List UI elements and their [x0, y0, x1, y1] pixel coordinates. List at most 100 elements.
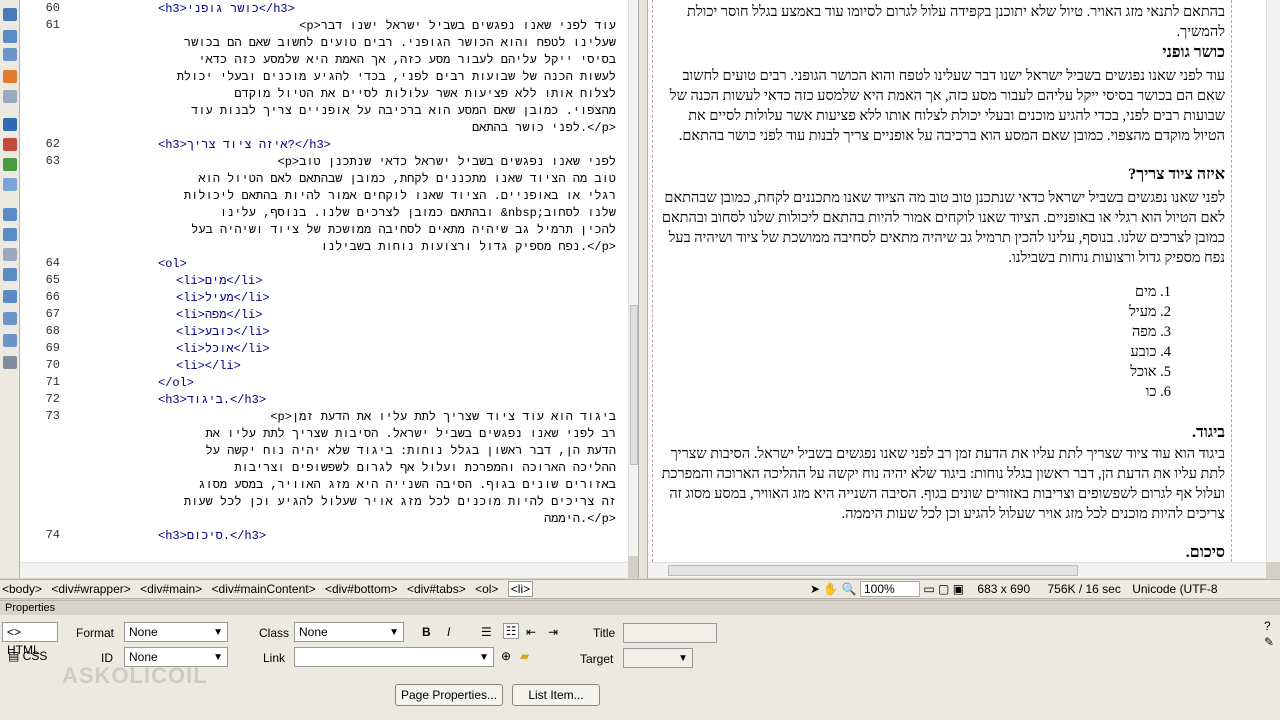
- code-line[interactable]: <li>מים</li>: [176, 273, 262, 290]
- outdent-code-icon[interactable]: [3, 334, 17, 347]
- move-css-icon[interactable]: [3, 290, 17, 303]
- properties-title[interactable]: Properties: [0, 601, 1280, 615]
- hand-tool-icon[interactable]: ✋: [823, 582, 838, 596]
- bold-button[interactable]: B: [422, 625, 431, 639]
- highlight-invalid-icon[interactable]: [3, 138, 17, 151]
- indent-icon[interactable]: ⇥: [548, 625, 558, 639]
- design-horizontal-scrollbar[interactable]: [648, 562, 1266, 578]
- code-line[interactable]: <h3>סיכום.</h3>: [158, 528, 266, 545]
- wrap-tag-icon[interactable]: [3, 248, 17, 261]
- format-select[interactable]: None ▼: [124, 622, 228, 642]
- tag-ol[interactable]: <ol>: [475, 582, 498, 596]
- window-dimensions[interactable]: 683 x 690: [977, 582, 1030, 596]
- zoom-select[interactable]: 100%: [860, 581, 920, 597]
- open-documents-icon[interactable]: [3, 8, 17, 21]
- tag-div-wrapper[interactable]: <div#wrapper>: [51, 582, 130, 596]
- folder-icon[interactable]: ▰: [520, 649, 529, 663]
- id-select[interactable]: None ▼: [124, 647, 228, 667]
- tag-div-main[interactable]: <div#main>: [140, 582, 202, 596]
- window-size-medium-icon[interactable]: ▢: [938, 582, 949, 596]
- code-view[interactable]: 60 61 62 63 64 65 66 67 68 69 70 71 72 73 74 <h3>כושר …: [20, 0, 628, 562]
- status-right: ➤ ✋ 🔍 100% ▭ ▢ ▣ 683 x 690 756K / 16 sec…: [810, 581, 1218, 597]
- code-line[interactable]: <p>לפני שאנו נפגשים בשביל ישראל כדאי שנת…: [64, 154, 616, 171]
- recent-snippets-icon[interactable]: [3, 268, 17, 281]
- unordered-list-icon[interactable]: ☰: [481, 625, 492, 639]
- collapse-tag-icon[interactable]: [3, 30, 17, 43]
- status-bar: <body> <div#wrapper> <div#main> <div#mai…: [0, 579, 1280, 599]
- quick-tag-editor-icon[interactable]: ✎: [1264, 635, 1274, 649]
- apply-comment-icon[interactable]: [3, 208, 17, 221]
- code-line[interactable]: <ol>: [158, 256, 187, 273]
- code-line[interactable]: <li>כובע</li>: [176, 324, 270, 341]
- line-number: 62: [45, 137, 60, 151]
- expand-all-icon[interactable]: [3, 48, 17, 61]
- html-mode-button[interactable]: <> HTML: [2, 622, 58, 657]
- design-scroll-thumb[interactable]: [668, 565, 1078, 576]
- balance-braces-icon[interactable]: [3, 90, 17, 103]
- word-wrap-icon[interactable]: [3, 178, 17, 191]
- page-properties-button[interactable]: Page Properties...: [395, 684, 503, 706]
- select-parent-tag-icon[interactable]: [3, 70, 17, 83]
- code-line[interactable]: </ol>: [158, 375, 194, 392]
- code-line[interactable]: <h3>ביגוד.</h3>: [158, 392, 266, 409]
- code-line[interactable]: שעלינו לטפח והוא הכושר הגופני. רבים טועי…: [64, 35, 616, 52]
- design-vertical-scrollbar[interactable]: [1266, 0, 1280, 562]
- tag-body[interactable]: <body>: [2, 582, 42, 596]
- code-line[interactable]: באזורים שונים בגוף. הסיבה השנייה היא מזג…: [64, 477, 616, 494]
- code-line[interactable]: היממה.</p>: [64, 511, 616, 528]
- link-label: Link: [263, 651, 286, 665]
- tag-li-active[interactable]: <li>: [507, 581, 534, 597]
- code-line[interactable]: רגלי או באופניים. הציוד שאנו לוקחים אמור…: [64, 188, 616, 205]
- italic-button[interactable]: I: [447, 625, 450, 639]
- code-line[interactable]: <h3>כושר גופני</h3>: [158, 1, 295, 18]
- format-source-icon[interactable]: [3, 356, 17, 369]
- code-line[interactable]: נפח מספיק גדול ורצועות נוחות בשבילנו.</p…: [64, 239, 616, 256]
- code-line[interactable]: לעשות הכנה של שבועות רבים לפני, בכדי להג…: [64, 69, 616, 86]
- code-vertical-scrollbar[interactable]: [628, 0, 638, 556]
- code-line[interactable]: רב לפני שאנו נפגשים בשביל ישראל. הסיבות …: [64, 426, 616, 443]
- list-item-editing[interactable]: 6. כו: [1071, 384, 1171, 401]
- list-item-button[interactable]: List Item...: [512, 684, 600, 706]
- code-scroll-thumb[interactable]: [630, 305, 638, 465]
- outdent-icon[interactable]: ⇤: [526, 625, 536, 639]
- code-line[interactable]: ובהתאם כמובן לצרכים שלנו. בנוסף, עלינו &…: [64, 205, 616, 222]
- code-line[interactable]: <h3>איזה ציוד צריך?</h3>: [158, 137, 331, 154]
- monitor-icon[interactable]: ▣: [953, 582, 964, 596]
- code-line[interactable]: זה צריכים להיות מוכנים לכל מזג אויר שעלו…: [64, 494, 616, 511]
- point-to-file-icon[interactable]: ⊕: [501, 649, 511, 663]
- code-line[interactable]: <li></li>: [176, 358, 241, 375]
- tag-div-bottom[interactable]: <div#bottom>: [325, 582, 398, 596]
- code-line[interactable]: <li>אוכל</li>: [176, 341, 270, 358]
- line-numbers-icon[interactable]: [3, 118, 17, 131]
- code-line[interactable]: הדעת הן, דבר ראשון בגלל נוחות: ביגוד שלא…: [64, 443, 616, 460]
- zoom-tool-icon[interactable]: 🔍: [842, 582, 857, 596]
- code-line[interactable]: לפני כושר בהתאם.</p>: [64, 120, 616, 137]
- code-line[interactable]: טוב מה הציוד שאנו מתכננים לקחת, כמובן שב…: [64, 171, 616, 188]
- select-tool-icon[interactable]: ➤: [810, 582, 820, 596]
- window-size-icon[interactable]: ▭: [923, 582, 934, 596]
- code-horizontal-scrollbar[interactable]: [20, 562, 628, 578]
- help-icon[interactable]: ?: [1264, 619, 1271, 633]
- class-select[interactable]: None ▼: [294, 622, 404, 642]
- code-line[interactable]: מהצפוי. כמובן שאם המסע הוא ברכיבה על אופ…: [64, 103, 616, 120]
- code-line[interactable]: לצלוח אותו ללא פציעות אשר עלולות לסיים א…: [64, 86, 616, 103]
- split-view-divider[interactable]: [638, 0, 648, 578]
- tag-div-maincontent[interactable]: <div#mainContent>: [212, 582, 316, 596]
- remove-comment-icon[interactable]: [3, 228, 17, 241]
- indent-code-icon[interactable]: [3, 312, 17, 325]
- css-mode-button[interactable]: ▤ CSS: [8, 649, 47, 663]
- code-line[interactable]: <p>ביגוד הוא עוד ציוד שצריך לתת עליו את …: [64, 409, 616, 426]
- code-line[interactable]: <li>מפה</li>: [176, 307, 262, 324]
- design-view[interactable]: בהתאם לתנאי מזג האויר. טיול שלא יתוכנן ב…: [648, 0, 1268, 562]
- ordered-list-icon[interactable]: ☷: [503, 623, 519, 639]
- code-line[interactable]: <p>עוד לפני שאנו נפגשים בשביל ישראל ישנו…: [64, 18, 616, 35]
- code-line[interactable]: להכין תרמיל גב שיהיה מתאים לסחיבה ממושכת…: [64, 222, 616, 239]
- code-line[interactable]: בסיסי ייקל עליהם לעבור מסע כזה, אך האמת …: [64, 52, 616, 69]
- tag-div-tabs[interactable]: <div#tabs>: [407, 582, 466, 596]
- syntax-coloring-icon[interactable]: [3, 158, 17, 171]
- target-select[interactable]: ▼: [623, 648, 693, 668]
- code-line[interactable]: <li>מעיל</li>: [176, 290, 270, 307]
- code-line[interactable]: ההליכה הארוכה והמפרכת ועלול אף לגרום לשפ…: [64, 460, 616, 477]
- link-input[interactable]: ▼: [294, 647, 494, 667]
- title-input[interactable]: [623, 623, 717, 643]
